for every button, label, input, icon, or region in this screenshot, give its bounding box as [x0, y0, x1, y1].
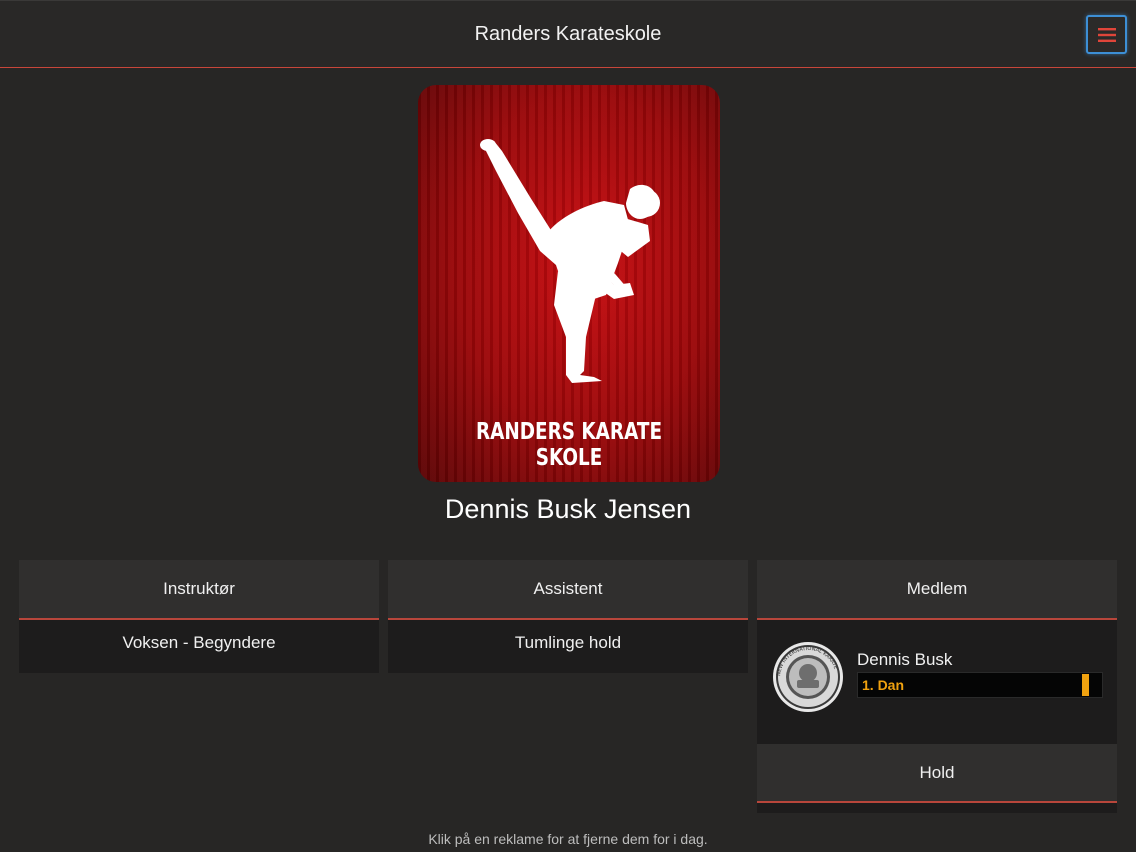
- rank-bar: 1. Dan: [857, 672, 1103, 698]
- logo-text: RANDERS KARATE SKOLE: [475, 419, 663, 471]
- member-card-title: Medlem: [757, 560, 1117, 620]
- club-logo: RANDERS KARATE SKOLE: [418, 85, 720, 482]
- role-card-instructor: Instruktør Voksen - Begyndere: [19, 560, 379, 673]
- ad-hint-text: Klik på en reklame for at fjerne dem for…: [428, 831, 708, 847]
- hamburger-menu-icon: [1097, 27, 1116, 42]
- menu-button[interactable]: [1086, 15, 1127, 54]
- role-card-team[interactable]: Voksen - Begyndere: [19, 620, 379, 673]
- role-card-team[interactable]: Tumlinge hold: [388, 620, 748, 673]
- member-card: Medlem NEW INTERNATIONAL KARATE Dennis B…: [757, 560, 1117, 813]
- app-title: Randers Karateskole: [474, 23, 662, 45]
- profile-name: Dennis Busk Jensen: [444, 494, 692, 524]
- karate-association-emblem-icon: NEW INTERNATIONAL KARATE: [773, 642, 843, 712]
- role-card-title: Assistent: [388, 560, 748, 620]
- rank-marker: [1082, 674, 1089, 696]
- rank-label: 1. Dan: [862, 677, 905, 693]
- role-card-assistant: Assistent Tumlinge hold: [388, 560, 748, 673]
- member-entry[interactable]: NEW INTERNATIONAL KARATE Dennis Busk 1. …: [757, 620, 1117, 744]
- member-name: Dennis Busk: [857, 650, 953, 669]
- team-button[interactable]: Hold: [757, 744, 1117, 803]
- app-header: Randers Karateskole: [0, 0, 1136, 68]
- role-card-title: Instruktør: [19, 560, 379, 620]
- team-card-footer: [757, 803, 1117, 813]
